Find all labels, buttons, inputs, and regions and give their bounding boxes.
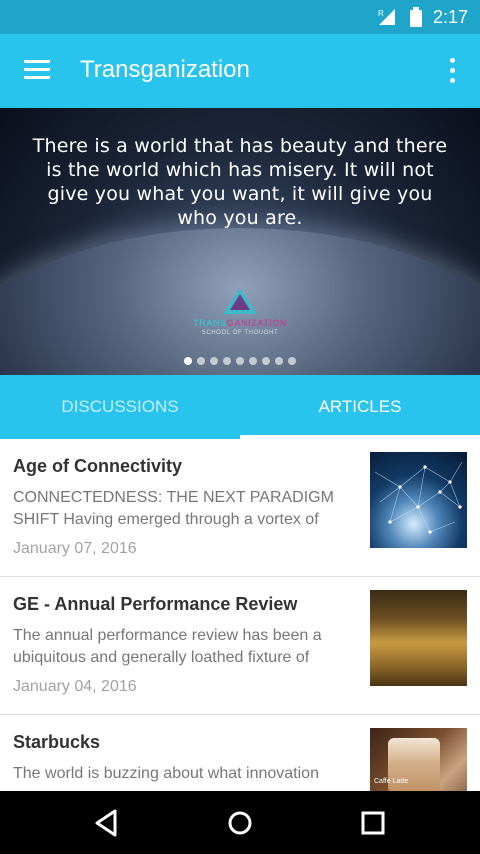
status-time: 2:17 (432, 6, 468, 27)
carousel-dot[interactable] (184, 357, 192, 365)
list-item[interactable]: Starbucks The world is buzzing about wha… (0, 715, 480, 791)
carousel-dot[interactable] (223, 357, 231, 365)
article-title: GE - Annual Performance Review (13, 594, 298, 614)
article-date: January 04, 2016 (13, 678, 137, 695)
battery-icon (409, 7, 422, 27)
more-vert-icon[interactable] (448, 58, 456, 84)
article-date: January 07, 2016 (13, 540, 137, 557)
brand-logo: TRANSGANIZATION SCHOOL OF THOUGHT (184, 288, 296, 344)
banner-carousel[interactable]: There is a world that has beauty and the… (0, 108, 480, 375)
network-globe-image (370, 452, 467, 548)
office-interior-image (370, 590, 467, 686)
article-title: Starbucks (13, 732, 101, 752)
carousel-dot[interactable] (236, 357, 244, 365)
app-title: Transganization (80, 56, 250, 83)
carousel-dot[interactable] (275, 357, 283, 365)
hamburger-icon[interactable] (24, 60, 50, 80)
logo-subtitle: SCHOOL OF THOUGHT (201, 330, 279, 336)
banner-quote: There is a world that has beauty and the… (32, 135, 448, 229)
app-bar: Transganization (0, 34, 480, 108)
list-item[interactable]: GE - Annual Performance Review The annua… (0, 577, 480, 715)
tab-bar: DISCUSSIONS ARTICLES (0, 375, 480, 439)
coffee-caption: Caffe Latte (374, 778, 409, 785)
back-icon[interactable] (89, 805, 125, 841)
carousel-dot[interactable] (210, 357, 218, 365)
carousel-indicator (0, 357, 480, 365)
status-icons: R 2:17 (377, 0, 468, 34)
carousel-dot[interactable] (249, 357, 257, 365)
logo-triangle-icon (223, 288, 257, 314)
logo-name-b: GANIZATION (226, 318, 287, 328)
article-excerpt: The world is buzzing about what innovati… (13, 765, 319, 782)
article-excerpt: The annual performance review has been a… (13, 627, 322, 666)
list-item[interactable]: Age of Connectivity CONNECTEDNESS: THE N… (0, 439, 480, 577)
carousel-dot[interactable] (288, 357, 296, 365)
status-bar: R 2:17 (0, 0, 480, 34)
carousel-dot[interactable] (197, 357, 205, 365)
signal-icon: R (378, 9, 395, 25)
carousel-dot[interactable] (262, 357, 270, 365)
article-title: Age of Connectivity (13, 456, 183, 476)
logo-name: TRANSGANIZATION (184, 318, 296, 328)
system-nav-bar (0, 791, 480, 854)
home-icon[interactable] (222, 805, 258, 841)
tab-discussions[interactable]: DISCUSSIONS (0, 375, 240, 439)
coffee-image: Caffe Latte (370, 728, 467, 791)
article-excerpt: CONNECTEDNESS: THE NEXT PARADIGM SHIFT H… (13, 489, 334, 528)
logo-name-a: TRANS (193, 318, 227, 328)
recent-apps-icon[interactable] (355, 805, 391, 841)
tab-articles[interactable]: ARTICLES (240, 375, 480, 439)
svg-text:R: R (378, 9, 384, 18)
article-list[interactable]: Age of Connectivity CONNECTEDNESS: THE N… (0, 439, 480, 791)
